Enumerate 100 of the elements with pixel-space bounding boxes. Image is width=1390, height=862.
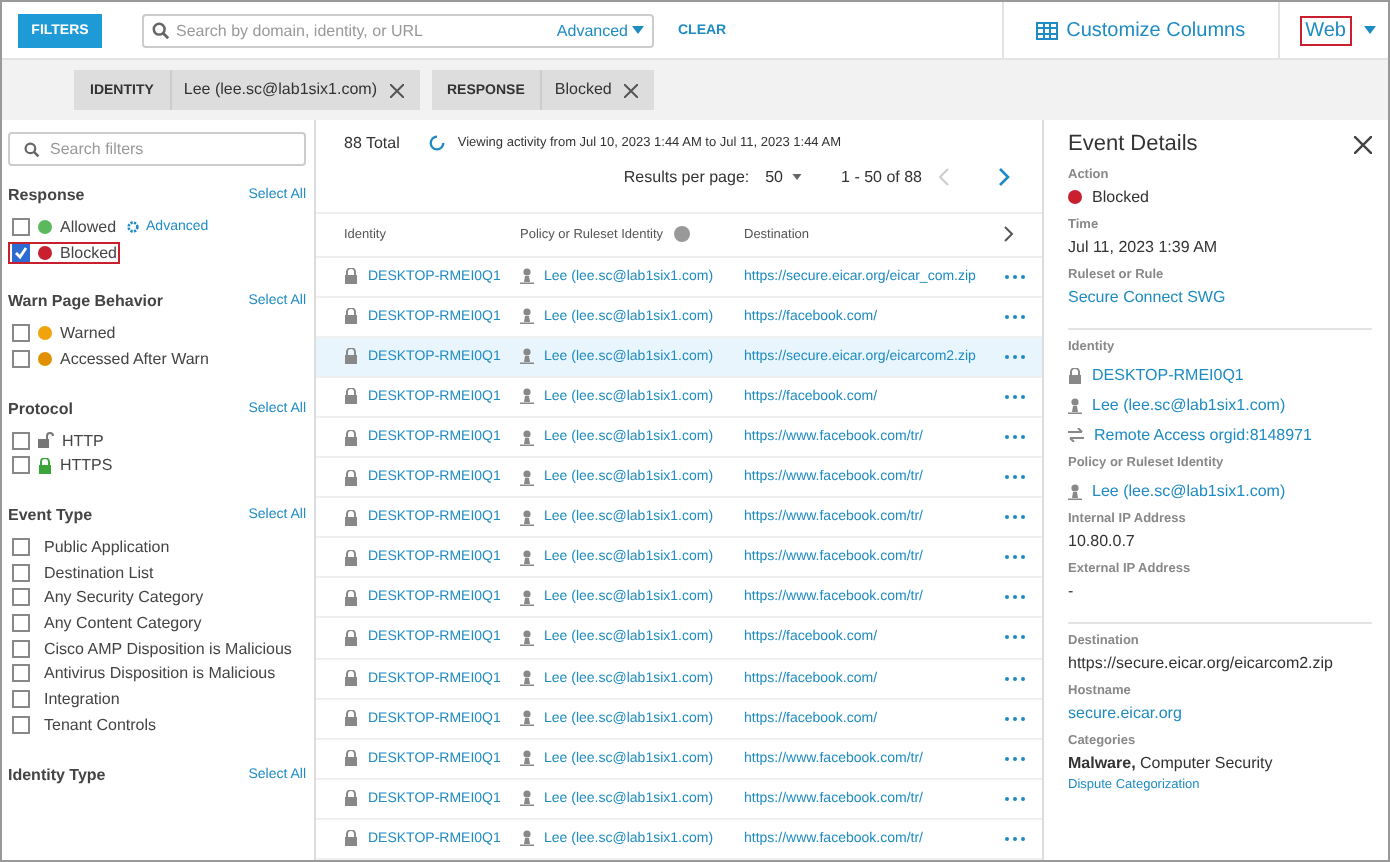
identity-link[interactable]: Lee (lee.sc@lab1six1.com) <box>1092 482 1286 500</box>
advanced-dropdown[interactable]: Advanced <box>556 21 644 39</box>
filter-option-label: Antivirus Disposition is Malicious <box>44 664 276 683</box>
field-value: Malware, Computer Security <box>1068 754 1273 772</box>
checkbox[interactable] <box>12 715 30 734</box>
user-icon <box>520 790 534 807</box>
more-icon[interactable] <box>1004 474 1026 481</box>
lock-icon <box>344 268 358 285</box>
lock-icon <box>344 710 358 727</box>
more-icon[interactable] <box>1004 393 1026 400</box>
close-icon[interactable] <box>1354 135 1372 153</box>
refresh-icon[interactable] <box>427 134 446 152</box>
user-icon <box>1068 397 1082 413</box>
user-icon <box>520 268 534 285</box>
page-range: 1 - 50 of 88 <box>841 168 922 186</box>
user-icon <box>520 670 534 687</box>
customize-columns-button[interactable]: Customize Columns <box>1016 19 1266 41</box>
filter-section-title: Identity Type <box>8 765 106 784</box>
checkbox[interactable] <box>12 563 30 582</box>
chevron-right-icon[interactable] <box>1004 226 1014 243</box>
field-value: 10.80.0.7 <box>1068 532 1135 550</box>
checkbox[interactable] <box>12 537 30 556</box>
user-icon <box>520 750 534 767</box>
checkbox[interactable] <box>12 690 30 709</box>
checkbox[interactable] <box>12 614 30 633</box>
lock-icon <box>344 790 358 807</box>
filter-search-field[interactable]: Search filters <box>8 132 306 166</box>
results-per-page-dropdown[interactable]: 50 <box>765 168 802 186</box>
user-icon <box>520 830 534 847</box>
more-icon[interactable] <box>1004 715 1026 722</box>
checkbox[interactable] <box>12 431 30 450</box>
user-icon <box>520 388 534 405</box>
user-icon <box>520 710 534 727</box>
filter-chip-value: Lee (lee.sc@lab1six1.com) <box>169 70 389 110</box>
filter-section-title: Protocol <box>8 399 73 418</box>
filter-section-title: Warn Page Behavior <box>8 292 164 311</box>
swap-arrows-icon <box>1068 428 1084 442</box>
identity-link[interactable]: Remote Access orgid:8148971 <box>1094 426 1312 444</box>
web-dropdown[interactable]: Web <box>1299 15 1352 45</box>
filter-option-label: Tenant Controls <box>44 715 157 734</box>
lock-icon <box>344 670 358 687</box>
user-icon <box>520 509 534 526</box>
checkbox[interactable] <box>12 664 30 683</box>
filter-option-label: Any Content Category <box>44 614 202 633</box>
more-icon[interactable] <box>1004 313 1026 320</box>
lock-icon <box>344 589 358 606</box>
user-icon <box>520 469 534 486</box>
lock-icon <box>344 629 358 646</box>
lock-icon <box>344 348 358 365</box>
user-icon <box>1068 483 1082 499</box>
more-icon[interactable] <box>1004 353 1026 360</box>
panel-title: Event Details <box>1068 132 1198 156</box>
more-icon[interactable] <box>1004 273 1026 280</box>
filter-option-label: Blocked <box>60 243 117 262</box>
search-icon <box>24 141 40 157</box>
user-icon <box>520 308 534 325</box>
caret-icon <box>791 174 802 180</box>
more-icon[interactable] <box>1004 835 1026 842</box>
checkbox[interactable] <box>12 639 30 658</box>
user-icon <box>520 549 534 566</box>
filter-chip-value: Blocked <box>540 70 624 110</box>
filter-option-label: HTTP <box>62 431 104 450</box>
field-value: Jul 11, 2023 1:39 AM <box>1068 238 1218 256</box>
more-icon[interactable] <box>1004 755 1026 762</box>
checkbox[interactable] <box>12 588 30 607</box>
more-icon[interactable] <box>1004 594 1026 601</box>
more-icon[interactable] <box>1004 795 1026 802</box>
filter-option-label: Allowed <box>60 217 117 236</box>
field-link[interactable]: secure.eicar.org <box>1068 704 1182 722</box>
user-icon <box>520 348 534 365</box>
lock-icon <box>344 469 358 486</box>
field-value: https://secure.eicar.org/eicarcom2.zip <box>1068 654 1334 672</box>
field-link[interactable]: Secure Connect SWG <box>1068 288 1226 306</box>
total-count: 88 Total <box>344 134 400 152</box>
more-icon[interactable] <box>1004 434 1026 441</box>
filter-section-title: Response <box>8 186 85 204</box>
more-icon[interactable] <box>1004 514 1026 521</box>
checkbox[interactable] <box>12 349 30 368</box>
filter-option-label: HTTPS <box>60 456 113 475</box>
caret-icon <box>1364 26 1376 34</box>
lock-icon <box>344 750 358 767</box>
filter-option-label: Destination List <box>44 563 154 582</box>
checkbox[interactable] <box>12 217 30 236</box>
checkbox[interactable] <box>12 456 30 475</box>
close-icon[interactable] <box>389 83 403 97</box>
lock-icon <box>344 509 358 526</box>
checkbox[interactable] <box>12 324 30 343</box>
lock-icon <box>344 429 358 446</box>
close-icon[interactable] <box>623 83 638 97</box>
filter-option-label: Accessed After Warn <box>60 349 209 368</box>
next-page-icon[interactable] <box>998 168 1010 186</box>
identity-link[interactable]: DESKTOP-RMEI0Q1 <box>1092 366 1244 384</box>
user-icon <box>520 429 534 446</box>
checkbox[interactable] <box>12 243 30 262</box>
more-icon[interactable] <box>1004 634 1026 641</box>
more-icon[interactable] <box>1004 554 1026 561</box>
lock-icon <box>344 549 358 566</box>
identity-link[interactable]: Lee (lee.sc@lab1six1.com) <box>1092 396 1286 414</box>
user-icon <box>520 629 534 646</box>
more-icon[interactable] <box>1004 675 1026 682</box>
